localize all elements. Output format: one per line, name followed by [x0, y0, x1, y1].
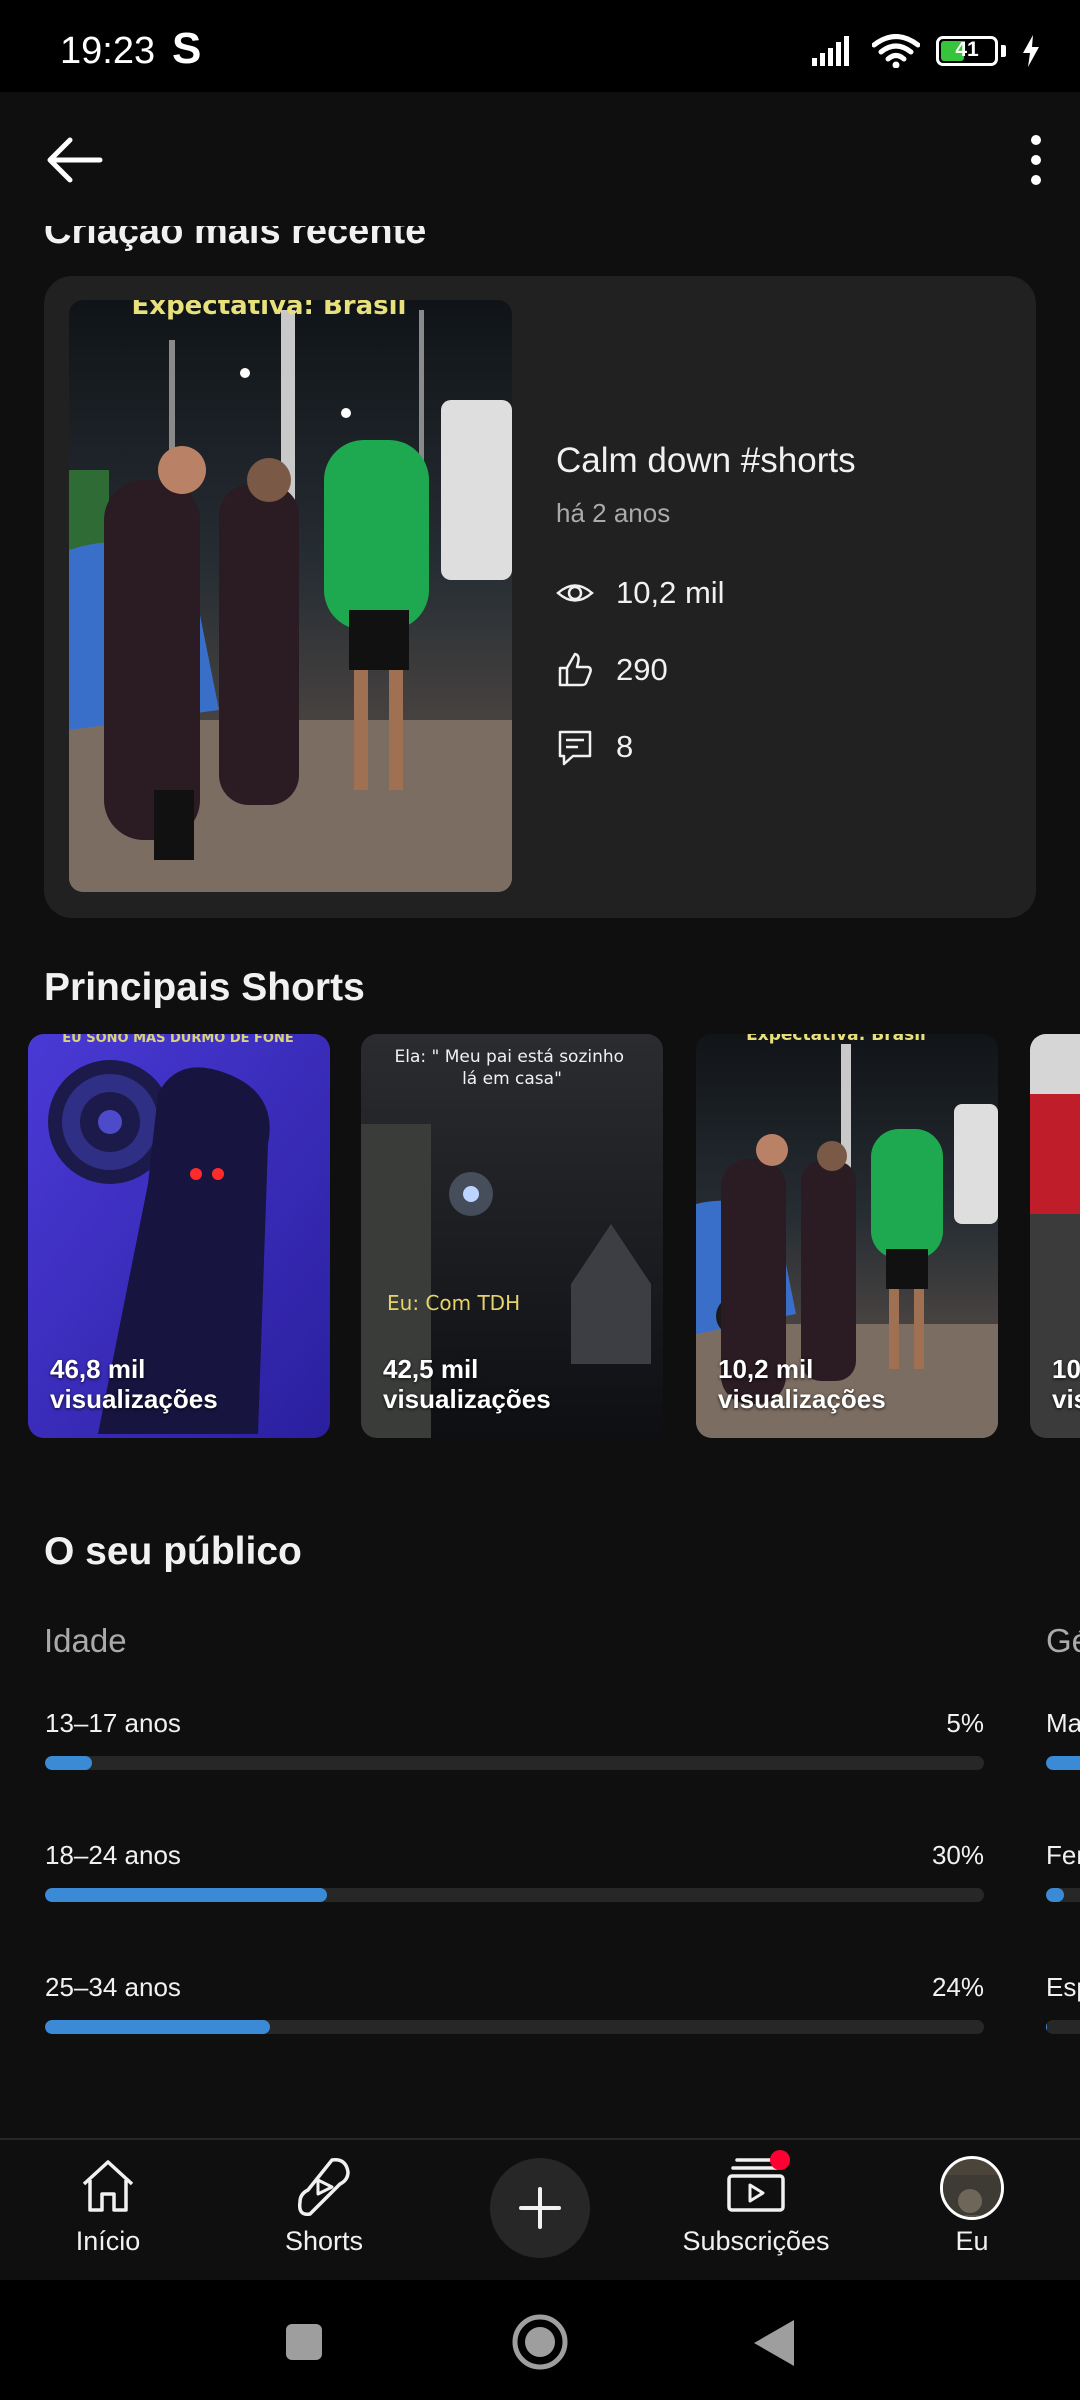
- more-options-button[interactable]: [1004, 128, 1068, 192]
- short-views: 46,8 mil visualizações: [50, 1354, 218, 1414]
- likes-stat: 290: [556, 651, 668, 689]
- gender-bar-fill: [1046, 1888, 1064, 1902]
- carrier-icon: S: [172, 24, 202, 73]
- nav-subscriptions[interactable]: Subscrições: [656, 2140, 856, 2280]
- short-card[interactable]: EU SONO MAS DURMO DE FONE 46,8 mil visua…: [28, 1034, 330, 1438]
- comment-icon: [558, 730, 592, 766]
- top-app-bar: [0, 92, 1080, 226]
- gender-bar-track: [1046, 2020, 1080, 2034]
- short-overlay-text: Expectativa: Brasil: [746, 1034, 926, 1045]
- comments-stat: 8: [556, 728, 633, 766]
- age-bar-percent: 30%: [931, 1840, 984, 1870]
- nav-home[interactable]: Início: [8, 2140, 208, 2280]
- short-card[interactable]: Ela: " Meu pai está sozinho lá em casa" …: [361, 1034, 663, 1438]
- nav-shorts-label: Shorts: [284, 2226, 364, 2256]
- gender-bar-fill: [1046, 1756, 1080, 1770]
- age-bar-label: 13–17 anos: [45, 1708, 181, 1738]
- short-overlay-subtext: Eu: Com TDH: [387, 1291, 520, 1315]
- street-scene-image: Expectativa: Brasil: [69, 300, 512, 892]
- short-views-unit: visualizações: [383, 1384, 551, 1414]
- signal-icon: [812, 36, 849, 66]
- short-views: 10 vis: [1052, 1354, 1080, 1414]
- short-views-count: 42,5 mil: [383, 1354, 479, 1384]
- avatar-image: [943, 2175, 1001, 2217]
- latest-thumb-overlay-text: Expectativa: Brasil: [132, 300, 407, 321]
- status-bar: 19:23 S 41: [0, 0, 1080, 92]
- top-shorts-title: Principais Shorts: [44, 966, 365, 1009]
- status-icons: 41: [812, 34, 1040, 68]
- more-vert-icon: [1031, 135, 1041, 185]
- age-bar-label: 18–24 anos: [45, 1840, 181, 1870]
- battery-icon: 41: [936, 36, 998, 66]
- charging-icon: [1023, 35, 1039, 67]
- gender-bar-track: [1046, 1888, 1080, 1902]
- latest-video-thumbnail[interactable]: Expectativa: Brasil: [69, 300, 512, 892]
- short-views: 10,2 mil visualizações: [718, 1354, 886, 1414]
- short-views-count: 46,8 mil: [50, 1354, 146, 1384]
- avatar: [940, 2156, 1004, 2220]
- age-bar-percent: 5%: [946, 1708, 984, 1738]
- home-button-icon[interactable]: [511, 2313, 569, 2371]
- comments-count: 8: [616, 729, 634, 764]
- home-icon: [82, 2160, 134, 2212]
- latest-video-age: há 2 anos: [556, 498, 671, 528]
- short-views: 42,5 mil visualizações: [383, 1354, 551, 1414]
- short-views-unit: vis: [1052, 1384, 1080, 1414]
- create-button[interactable]: [490, 2158, 590, 2258]
- battery-level: 41: [955, 38, 979, 61]
- likes-count: 290: [616, 652, 668, 687]
- age-bar-fill: [45, 1756, 92, 1770]
- gender-bar-label: Fer: [1046, 1840, 1080, 1870]
- shorts-icon: [297, 2158, 350, 2216]
- age-bar-track: [45, 1756, 984, 1770]
- gender-bar-track: [1046, 1756, 1080, 1770]
- views-stat: 10,2 mil: [556, 574, 725, 612]
- nav-subscriptions-label: Subscrições: [682, 2226, 830, 2256]
- gender-tab: Gé: [1046, 1622, 1080, 1659]
- short-views-unit: visualizações: [718, 1384, 886, 1414]
- age-bar-fill: [45, 2020, 271, 2034]
- age-bar-fill: [45, 1888, 327, 1902]
- age-bar-label: 25–34 anos: [45, 1972, 181, 2002]
- latest-video-title[interactable]: Calm down #shorts: [556, 441, 856, 481]
- system-navigation-bar: [0, 2280, 1080, 2400]
- back-nav-icon[interactable]: [752, 2318, 796, 2368]
- nav-you-label: Eu: [955, 2226, 989, 2256]
- gender-bar-label: Ma: [1046, 1708, 1080, 1738]
- thumbs-up-icon: [558, 652, 592, 687]
- age-bar-track: [45, 2020, 984, 2034]
- nav-home-label: Início: [75, 2226, 141, 2256]
- short-views-count: 10: [1052, 1354, 1080, 1384]
- age-tab: Idade: [44, 1622, 127, 1659]
- battery-tip: [1001, 45, 1006, 57]
- nav-you[interactable]: Eu: [872, 2140, 1072, 2280]
- views-count: 10,2 mil: [616, 575, 725, 610]
- gender-bar-label: Esp: [1046, 1972, 1080, 2002]
- wifi-icon: [872, 34, 920, 68]
- nav-shorts[interactable]: Shorts: [224, 2140, 424, 2280]
- short-card[interactable]: 10 vis: [1030, 1034, 1080, 1438]
- short-overlay-text: EU SONO MAS DURMO DE FONE: [62, 1034, 293, 1046]
- age-bar-track: [45, 1888, 984, 1902]
- recents-icon[interactable]: [284, 2322, 324, 2362]
- notification-dot: [770, 2150, 790, 2170]
- short-views-count: 10,2 mil: [718, 1354, 814, 1384]
- bottom-navigation: Início Shorts Subscrições Eu: [0, 2138, 1080, 2280]
- eye-icon: [556, 584, 594, 602]
- gender-bar-fill: [1046, 2020, 1048, 2034]
- plus-icon: [519, 2187, 561, 2229]
- back-button[interactable]: [40, 128, 112, 192]
- status-time: 19:23: [60, 30, 156, 72]
- short-card[interactable]: Expectativa: Brasil 10,2 mil visualizaçõ…: [696, 1034, 998, 1438]
- top-shorts-carousel[interactable]: EU SONO MAS DURMO DE FONE 46,8 mil visua…: [28, 1034, 1080, 1439]
- arrow-left-icon: [47, 137, 103, 183]
- latest-video-card[interactable]: Expectativa: Brasil Calm down #shorts há…: [44, 276, 1036, 918]
- age-bar-percent: 24%: [931, 1972, 984, 2002]
- audience-title: O seu público: [44, 1530, 302, 1573]
- short-views-unit: visualizações: [50, 1384, 218, 1414]
